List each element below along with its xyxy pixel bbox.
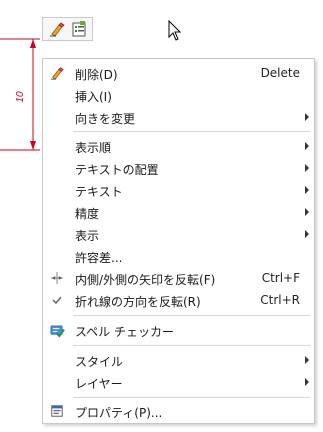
menu-separator (73, 131, 310, 132)
menu-item-label: スタイル (75, 355, 124, 369)
mini-toolbar (42, 17, 93, 41)
menu-separator (73, 315, 310, 316)
shortcut-label: Ctrl+R (260, 293, 300, 307)
submenu-arrow-icon (305, 378, 309, 386)
menu-item-label: 挿入(I) (75, 90, 112, 104)
menu-item-label: 内側/外側の矢印を反転(F) (75, 273, 216, 287)
menu-item-label: レイヤー (75, 377, 123, 391)
eraser-button[interactable] (48, 20, 66, 38)
checkmark-icon (49, 292, 65, 308)
flip-arrows-icon (49, 270, 65, 286)
submenu-arrow-icon (305, 208, 309, 216)
properties-icon (72, 21, 86, 37)
dimension-text: 10 (15, 91, 26, 103)
menu-item-change-direction[interactable]: 向きを変更 (43, 106, 314, 128)
menu-item-delete[interactable]: 削除(D) Delete (43, 62, 314, 84)
menu-item-label: 表示 (75, 229, 100, 243)
menu-separator (73, 397, 310, 398)
eraser-icon (49, 65, 65, 81)
context-menu: 削除(D) Delete 挿入(I) 向きを変更 表示順 テキストの配置 テキス… (42, 58, 315, 424)
menu-separator (73, 345, 310, 346)
submenu-arrow-icon (305, 186, 309, 194)
menu-item-label: テキスト (75, 185, 123, 199)
menu-item-display-order[interactable]: 表示順 (43, 135, 314, 157)
submenu-arrow-icon (305, 164, 309, 172)
menu-item-text-alignment[interactable]: テキストの配置 (43, 157, 314, 179)
menu-item-label: プロパティ(P)... (75, 406, 163, 420)
properties-icon (49, 403, 65, 419)
menu-item-label: 許容差... (75, 251, 123, 265)
submenu-arrow-icon (305, 356, 309, 364)
mouse-cursor-icon (168, 20, 182, 41)
menu-item-style[interactable]: スタイル (43, 349, 314, 371)
menu-item-text[interactable]: テキスト (43, 179, 314, 201)
menu-item-label: 折れ線の方向を反転(R) (75, 295, 201, 309)
menu-item-insert[interactable]: 挿入(I) (43, 84, 314, 106)
menu-item-precision[interactable]: 精度 (43, 201, 314, 223)
menu-item-label: 精度 (75, 207, 100, 221)
eraser-icon (50, 22, 65, 37)
menu-item-label: テキストの配置 (75, 163, 159, 177)
menu-item-label: 表示順 (75, 141, 112, 155)
menu-item-label: スペル チェッカー (75, 325, 174, 339)
submenu-arrow-icon (305, 230, 309, 238)
menu-item-label: 削除(D) (75, 68, 118, 82)
menu-item-display[interactable]: 表示 (43, 223, 314, 245)
menu-item-tolerance[interactable]: 許容差... (43, 245, 314, 267)
submenu-arrow-icon (305, 142, 309, 150)
menu-item-spell-checker[interactable]: スペル チェッカー (43, 319, 314, 341)
submenu-arrow-icon (305, 113, 309, 121)
menu-item-properties[interactable]: プロパティ(P)... (43, 400, 314, 422)
shortcut-label: Delete (260, 66, 300, 80)
menu-item-label: 向きを変更 (75, 112, 136, 126)
menu-item-layer[interactable]: レイヤー (43, 371, 314, 393)
menu-item-flip-arrows[interactable]: 内側/外側の矢印を反転(F) Ctrl+F (43, 267, 314, 289)
spell-check-icon (49, 322, 65, 338)
menu-item-reverse-polyline[interactable]: 折れ線の方向を反転(R) Ctrl+R (43, 289, 314, 311)
shortcut-label: Ctrl+F (261, 271, 300, 285)
properties-button[interactable] (70, 20, 88, 38)
